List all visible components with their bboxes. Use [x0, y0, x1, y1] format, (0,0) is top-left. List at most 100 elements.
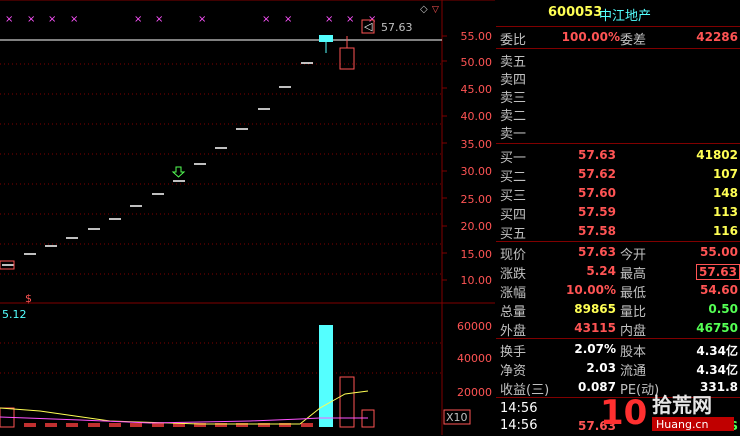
price-axis: 55.00 50.00 45.00 40.00 35.00 30.00 25.0…: [461, 30, 493, 287]
price-tick: 40.00: [461, 110, 493, 123]
stat-value: 89865: [574, 302, 616, 316]
volume-axis: 60000 40000 20000: [457, 320, 492, 399]
price-tick: 30.00: [461, 165, 493, 178]
bid-label: 买五: [500, 227, 527, 242]
candles: [0, 19, 375, 270]
price-tick: 55.00: [461, 30, 493, 43]
stat-label: 今开: [620, 248, 647, 263]
stat-label: 涨跌: [500, 267, 527, 282]
stat-label: 净资: [500, 364, 527, 379]
price-tick: 15.00: [461, 248, 493, 261]
stat-label: 收益(三): [500, 383, 550, 398]
bid-label: 买三: [500, 189, 527, 204]
stat-value: 10.00%: [566, 283, 616, 297]
candle: [339, 47, 355, 70]
diamond-icon[interactable]: ◇: [420, 4, 428, 15]
bid-price: 57.59: [578, 205, 616, 219]
stat-row: 外盘 43115 内盘 46750: [496, 319, 740, 339]
stat-value: 4.34亿: [696, 363, 738, 377]
bid-label: 买一: [500, 151, 527, 166]
signal-markers: × × × × × × × × × × × ×: [5, 14, 376, 25]
volume-tick: 60000: [457, 320, 492, 333]
x-marker-icon: ×: [5, 14, 13, 25]
ask-row[interactable]: 卖三: [496, 86, 740, 106]
volume-bars: [0, 325, 375, 428]
volume-tick: 20000: [457, 386, 492, 399]
weicha-label: 委差: [620, 33, 647, 48]
volume-bar: [109, 423, 121, 427]
weibi-value: 100.00%: [561, 30, 620, 44]
stat-label: 总量: [500, 305, 527, 320]
bid-price: 57.63: [578, 148, 616, 162]
stat-value: 54.60: [700, 283, 738, 297]
x-marker-icon: ×: [48, 14, 56, 25]
multiplier-label: X10: [446, 411, 468, 424]
price-tick: 35.00: [461, 138, 493, 151]
stat-value: 55.00: [700, 245, 738, 259]
volume-ma-magenta: [0, 416, 368, 424]
stat-row: 换手 2.07% 股本 4.34亿: [496, 340, 740, 360]
stat-label: 流通: [620, 364, 647, 379]
stat-value: 43115: [574, 321, 616, 335]
bid-volume: 113: [712, 205, 738, 219]
volume-bar: [130, 423, 142, 427]
stat-value: 57.63: [578, 245, 616, 259]
weicha-value: 42286: [696, 30, 738, 44]
stat-row: 涨幅 10.00% 最低 54.60: [496, 281, 740, 301]
watermark: 10 拾荒网 Huang.cn: [600, 390, 738, 433]
stat-value: 5.24: [586, 264, 616, 278]
bid-row[interactable]: 买一 57.63 41802: [496, 146, 740, 166]
stat-value: 57.63: [696, 264, 740, 280]
ask-label: 卖一: [500, 127, 527, 142]
volume-bar: [66, 423, 78, 427]
volume-bar: [24, 423, 36, 427]
bid-volume: 148: [712, 186, 738, 200]
volume-tick: 40000: [457, 352, 492, 365]
tick-time: 14:56: [500, 418, 538, 433]
bid-row[interactable]: 买三 57.60 148: [496, 184, 740, 204]
stock-code: 600053: [548, 5, 603, 20]
stat-label: 量比: [620, 305, 647, 320]
x-marker-icon: ×: [155, 14, 163, 25]
bid-volume: 107: [712, 167, 738, 181]
stat-row: 总量 89865 量比 0.50: [496, 300, 740, 320]
stat-row: 涨跌 5.24 最高 57.63: [496, 262, 740, 282]
price-tick: 20.00: [461, 220, 493, 233]
bid-row[interactable]: 买二 57.62 107: [496, 165, 740, 185]
bid-label: 买四: [500, 208, 527, 223]
ask-row[interactable]: 卖四: [496, 68, 740, 88]
ask-row[interactable]: 卖二: [496, 104, 740, 124]
quote-panel: 600053 中江地产 委比 100.00% 委差 42286 卖五 卖四 卖三…: [496, 0, 740, 435]
watermark-text: 拾荒网: [652, 393, 712, 417]
price-tick: 25.00: [461, 193, 493, 206]
signal-dollar-icon: $: [25, 292, 32, 305]
bid-price: 57.60: [578, 186, 616, 200]
candle: [319, 35, 333, 42]
bid-price: 57.62: [578, 167, 616, 181]
x-marker-icon: ×: [27, 14, 35, 25]
triangle-icon[interactable]: ▽: [432, 5, 439, 15]
bid-row[interactable]: 买五 57.58 116: [496, 222, 740, 242]
stat-value: 46750: [696, 321, 738, 335]
kline-chart[interactable]: 55.00 50.00 45.00 40.00 35.00 30.00 25.0…: [0, 0, 495, 435]
volume-bar: [319, 325, 333, 427]
x-marker-icon: ×: [262, 14, 270, 25]
volume-bar: [339, 376, 355, 428]
volume-bar: [88, 423, 100, 427]
x-marker-icon: ×: [70, 14, 78, 25]
ask-row[interactable]: 卖五: [496, 50, 740, 70]
stat-label: 涨幅: [500, 286, 527, 301]
bid-volume: 41802: [696, 148, 738, 162]
stat-label: 现价: [500, 248, 527, 263]
current-price-label: 57.63: [381, 21, 413, 34]
x-marker-icon: ×: [346, 14, 354, 25]
x-marker-icon: ×: [134, 14, 142, 25]
stat-label: 最低: [620, 286, 647, 301]
stat-label: 外盘: [500, 324, 527, 339]
stat-label: 最高: [620, 267, 647, 282]
price-tick: 10.00: [461, 274, 493, 287]
volume-bar: [152, 423, 164, 427]
left-price-label: 5.12: [2, 308, 27, 321]
ask-row[interactable]: 卖一: [496, 122, 740, 142]
bid-row[interactable]: 买四 57.59 113: [496, 203, 740, 223]
